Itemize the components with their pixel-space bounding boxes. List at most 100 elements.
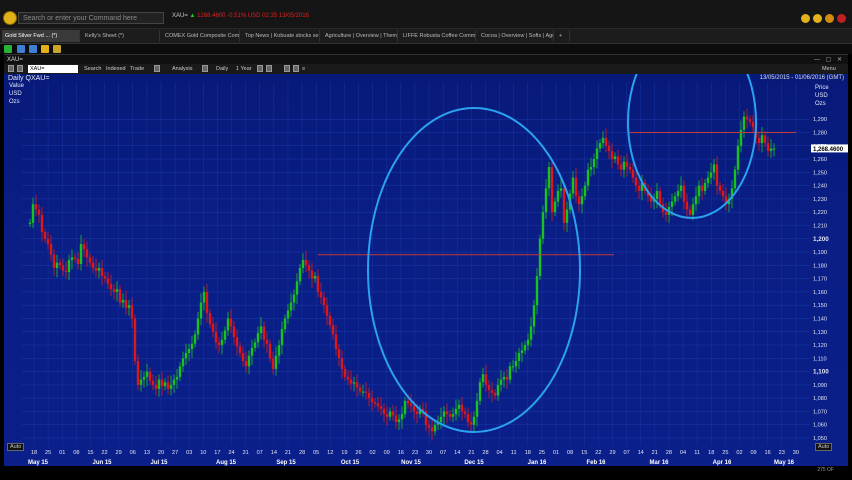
candle-body-184 [580,196,584,205]
chart-type-icon[interactable] [202,65,208,72]
candle-body-56 [196,318,200,335]
candle-body-43 [157,379,161,389]
candle-body-69 [235,337,239,347]
y-tick-label-17: 1,220 [813,210,827,216]
candle-body-88 [292,294,296,303]
candle-body-146 [466,414,470,423]
app-logo-icon[interactable] [3,11,17,25]
candle-body-177 [559,188,563,191]
candle-body-183 [577,196,581,205]
candle-body-159 [505,376,509,380]
tab-1[interactable]: Kelly's Sheet (*) [82,30,160,42]
x-tick-label-24: 02 [370,450,376,456]
candle-body-74 [250,347,254,356]
x-tick-label-6: 29 [116,450,122,456]
candle-body-247 [769,148,773,152]
draw-tools-icon[interactable] [154,65,160,72]
candle-body-34 [130,305,134,319]
candle-body-228 [712,164,716,173]
candle-body-6 [46,238,50,245]
x-tick-label-10: 27 [172,450,178,456]
tab-3[interactable]: Top News | Kobuate stocks se... [242,30,320,42]
candle-body-155 [493,392,497,396]
candle-body-246 [766,143,770,152]
interval-dropdown[interactable]: Daily [216,64,228,74]
auto-left-button[interactable]: Auto [7,443,25,451]
candle-body-110 [358,387,362,392]
candle-body-31 [121,299,125,303]
candle-body-72 [244,360,248,367]
candle-body-229 [715,164,719,186]
candle-body-67 [229,318,233,327]
candle-body-94 [310,270,314,279]
new-icon[interactable] [4,45,12,53]
tab-2[interactable]: COMEX Gold Composite Commodi... [162,30,240,42]
trade-button[interactable]: Trade [130,64,144,74]
candle-body-209 [655,190,659,199]
lock-icon[interactable] [41,45,49,53]
candle-body-153 [487,384,491,391]
search-icon[interactable] [17,65,23,72]
messenger-icon[interactable] [801,14,810,23]
range-dropdown[interactable]: 1 Year [236,64,252,74]
y-tick-label-9: 1,140 [813,316,827,322]
export-icon[interactable] [293,65,299,72]
search-button[interactable]: Search [84,64,101,74]
candle-body-238 [742,116,746,130]
candle-body-112 [364,391,368,393]
x-tick-label-20: 05 [313,450,319,456]
y-tick-label-14: 1,190 [813,250,827,256]
y-tick-label-19: 1,240 [813,184,827,190]
link-icon[interactable] [8,65,14,72]
layout-icon[interactable] [29,45,37,53]
symbol-input[interactable]: XAU= [28,65,78,73]
candle-body-187 [589,167,593,170]
candle-body-179 [565,209,569,223]
candle-body-79 [265,339,269,344]
settings-icon[interactable] [284,65,290,72]
alerts-icon[interactable] [813,14,822,23]
command-search-input[interactable]: Search or enter your Command here [18,12,164,24]
save-icon[interactable] [17,45,25,53]
scroll-bar[interactable]: 275 OF [4,466,848,478]
news-icon[interactable] [837,14,846,23]
candle-body-126 [406,400,410,404]
x-tick-label-43: 14 [638,450,644,456]
candle-body-14 [70,257,74,261]
ticker-values: 1268.4600 -0.51% USD 02:35 13/05/2016 [197,13,309,19]
y-tick-label-8: 1,130 [813,330,827,336]
x-tick-label-46: 04 [680,450,686,456]
candle-body-161 [511,366,515,368]
annotation-ellipse-0 [367,107,581,433]
candle-body-188 [592,159,596,168]
tab-4[interactable]: Agriculture | Overview | Them... [322,30,398,42]
x-tick-label-28: 30 [426,450,432,456]
x-tick-label-21: 12 [327,450,333,456]
analysis-button[interactable]: Analysis [172,64,192,74]
price-chart[interactable]: Daily QXAU= Value USD Ozs Price USD Ozs … [4,74,848,466]
zoom-in-icon[interactable] [257,65,263,72]
new-tab-button[interactable]: + [556,30,570,42]
candle-body-147 [469,422,473,425]
candle-body-193 [607,145,611,152]
auto-right-button[interactable]: Auto [815,443,833,451]
indexed-button[interactable]: Indexed [106,64,126,74]
candle-body-142 [454,408,458,415]
candle-body-199 [625,161,629,168]
candle-body-192 [604,137,608,146]
print-icon[interactable] [53,45,61,53]
tab-6[interactable]: Cocoa | Overview | Softs | Agri... [478,30,554,42]
x-tick-label-26: 16 [398,450,404,456]
zoom-out-icon[interactable] [266,65,272,72]
top-icons [801,14,846,23]
candle-body-92 [304,260,308,266]
candle-body-158 [502,376,506,380]
menu-button[interactable]: Menu [822,64,836,74]
candle-body-149 [475,400,479,417]
more-button[interactable]: ≡ [302,64,305,74]
candle-body-106 [346,376,350,380]
candlestick-plot[interactable]: 1,050 1,060 1,070 1,080 1,090 1,100 1,110 1,120… [4,74,848,466]
notifications-icon[interactable] [825,14,834,23]
tab-0[interactable]: Gold Silver Fwd ... (*) [2,30,80,42]
tab-5[interactable]: LIFFE Robusta Coffee Commodi... [400,30,476,42]
